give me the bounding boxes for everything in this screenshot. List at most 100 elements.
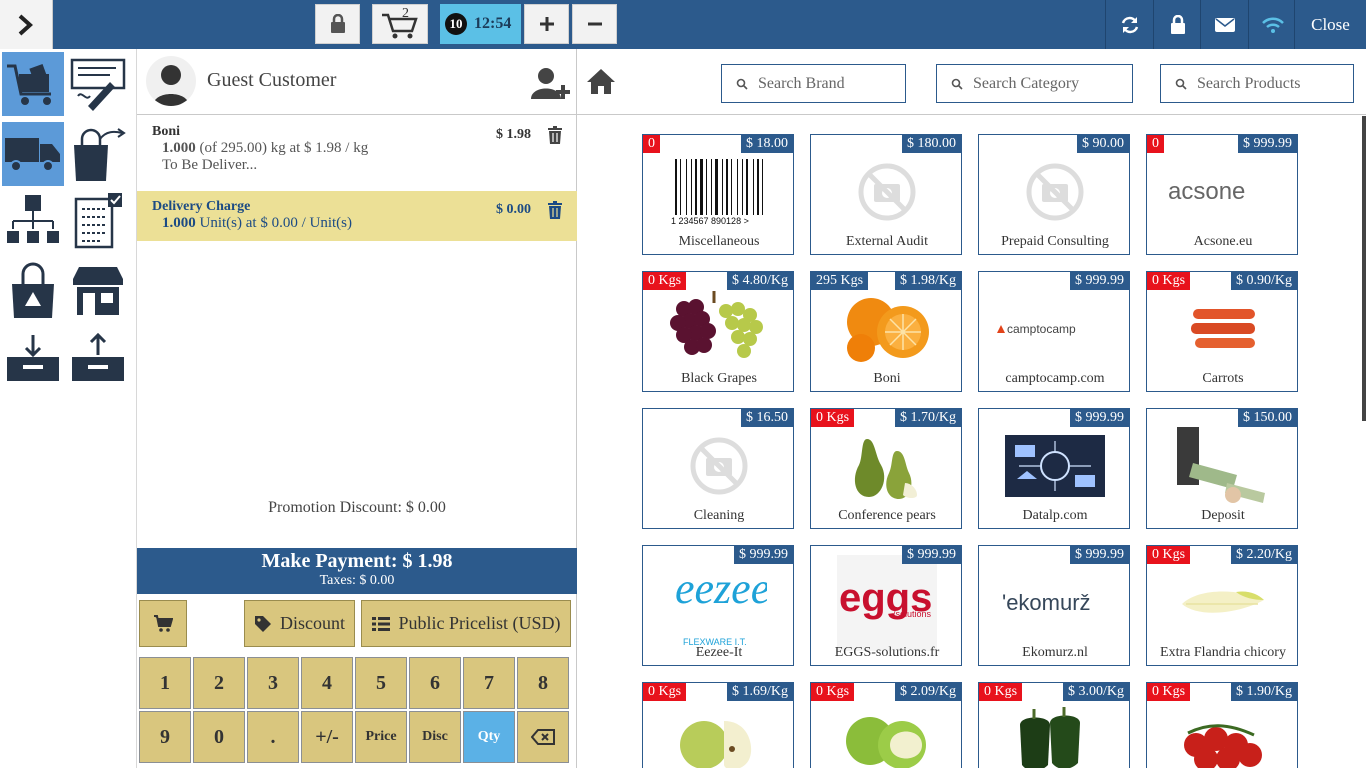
orderline[interactable]: Delivery Charge $ 0.00 1.000 Unit(s) at …: [137, 191, 577, 241]
stock-badge: 0 Kgs: [1147, 272, 1191, 290]
numpad-key-4[interactable]: 4: [301, 657, 353, 709]
shopping-bag-icon: [12, 262, 54, 318]
product-card[interactable]: 0 Kgs $ 1.70/Kg Conference pears: [810, 408, 962, 529]
toggle-sidebar-button[interactable]: [0, 0, 53, 49]
orderline-delete-button[interactable]: [547, 126, 563, 149]
product-name: Deposit: [1201, 508, 1245, 523]
numpad-key-7[interactable]: 7: [463, 657, 515, 709]
sidebar-cash-out-button[interactable]: [67, 326, 129, 390]
product-name: Miscellaneous: [678, 234, 760, 249]
sidebar-delivery-button[interactable]: [2, 122, 64, 186]
close-button[interactable]: Close: [1294, 0, 1366, 49]
orderline[interactable]: Boni $ 1.98 1.000 (of 295.00) kg at $ 1.…: [137, 116, 577, 191]
tomatoes-icon: [1147, 697, 1297, 768]
orderline-delete-button[interactable]: [547, 201, 563, 224]
cart-orders-button[interactable]: 2: [372, 4, 428, 44]
product-card[interactable]: acsone 0 $ 999.99 Acsone.eu: [1146, 134, 1298, 255]
product-card[interactable]: 0 Kgs $ 2.20/Kg Extra Flandria chicory: [1146, 545, 1298, 666]
product-card[interactable]: 295 Kgs $ 1.98/Kg Boni: [810, 271, 962, 392]
sidebar-hierarchy-button[interactable]: [2, 189, 64, 253]
user-icon: [153, 65, 189, 106]
product-card[interactable]: 1 234567 890128 > 0 $ 18.00 Miscellaneous: [642, 134, 794, 255]
stock-badge: 0: [1147, 135, 1164, 153]
connection-status[interactable]: [1248, 0, 1296, 49]
sidebar-gift-button[interactable]: [2, 52, 64, 116]
product-card[interactable]: 0 Kgs $ 3.00/Kg: [978, 682, 1130, 768]
pricelist-label: Public Pricelist (USD): [398, 613, 561, 633]
oranges-icon: [811, 286, 961, 372]
product-card[interactable]: 'ekomurž $ 999.99 Ekomurz.nl: [978, 545, 1130, 666]
price-tag: $ 999.99: [1238, 135, 1297, 153]
product-card[interactable]: 0 Kgs $ 2.09/Kg: [810, 682, 962, 768]
chicory-icon: [1147, 560, 1297, 646]
product-card[interactable]: $ 999.99 Datalp.com: [978, 408, 1130, 529]
order-number-badge: 10: [445, 13, 467, 35]
sidebar-checklist-button[interactable]: [67, 189, 129, 253]
product-card[interactable]: $ 90.00 Prepaid Consulting: [978, 134, 1130, 255]
product-card[interactable]: 0 Kgs $ 1.69/Kg: [642, 682, 794, 768]
delete-order-button[interactable]: [572, 4, 617, 44]
no-image-icon: [811, 149, 961, 235]
price-tag: $ 2.20/Kg: [1231, 546, 1297, 564]
product-grid-scrollbar[interactable]: [1362, 116, 1366, 421]
eezee-logo-text: eezee: [675, 564, 767, 613]
messages-button[interactable]: [1200, 0, 1248, 49]
tag-icon: [255, 615, 271, 632]
customer-name[interactable]: Guest Customer: [207, 69, 336, 92]
numpad-key-9[interactable]: 9: [139, 711, 191, 763]
sidebar-shopping-bag-button[interactable]: [2, 259, 64, 323]
numpad-mode-price[interactable]: Price: [355, 711, 407, 763]
product-card[interactable]: $ 16.50 Cleaning: [642, 408, 794, 529]
avatar[interactable]: [146, 56, 196, 106]
product-card[interactable]: 0 Kgs $ 1.90/Kg: [1146, 682, 1298, 768]
numpad-key-0[interactable]: 0: [193, 711, 245, 763]
add-customer-button[interactable]: [531, 67, 571, 104]
product-card[interactable]: eezee FLEXWARE I.T. $ 999.99 Eezee-It: [642, 545, 794, 666]
product-card[interactable]: camptocamp $ 999.99 camptocamp.com: [978, 271, 1130, 392]
search-products-input[interactable]: Search Products: [1160, 64, 1354, 103]
numpad-key-dot[interactable]: .: [247, 711, 299, 763]
sidebar-cash-in-button[interactable]: [2, 326, 64, 390]
numpad-key-6[interactable]: 6: [409, 657, 461, 709]
product-card[interactable]: eggs/solutions $ 999.99 EGGS-solutions.fr: [810, 545, 962, 666]
pricelist-button[interactable]: Public Pricelist (USD): [361, 600, 571, 647]
numpad-key-3[interactable]: 3: [247, 657, 299, 709]
sync-button[interactable]: [1105, 0, 1153, 49]
lock-screen-button[interactable]: [1153, 0, 1201, 49]
store-icon: [73, 267, 123, 315]
numpad: 1 2 3 4 5 6 7 8 9 0 . +/- Price Disc Qty: [139, 657, 571, 765]
numpad-key-2[interactable]: 2: [193, 657, 245, 709]
make-payment-button[interactable]: Make Payment: $ 1.98 Taxes: $ 0.00: [137, 548, 577, 594]
order-clock-tab[interactable]: 10 12:54: [440, 4, 521, 44]
product-card[interactable]: 0 Kgs $ 4.80/Kg Black Grapes: [642, 271, 794, 392]
numpad-mode-discount[interactable]: Disc: [409, 711, 461, 763]
product-card[interactable]: $ 150.00 Deposit: [1146, 408, 1298, 529]
new-order-button[interactable]: [524, 4, 569, 44]
product-card[interactable]: $ 180.00 External Audit: [810, 134, 962, 255]
search-category-input[interactable]: Search Category: [936, 64, 1133, 103]
home-category-button[interactable]: [586, 67, 616, 100]
price-tag: $ 180.00: [902, 135, 961, 153]
list-icon: [371, 616, 390, 631]
numpad-key-1[interactable]: 1: [139, 657, 191, 709]
acsone-logo-text: acsone: [1168, 178, 1245, 205]
numpad-key-5[interactable]: 5: [355, 657, 407, 709]
search-brand-input[interactable]: Search Brand: [721, 64, 906, 103]
cart-options-button[interactable]: [139, 600, 187, 647]
discount-label: Discount: [280, 613, 345, 633]
lock-icon: [1170, 14, 1185, 34]
numpad-mode-quantity[interactable]: Qty: [463, 711, 515, 763]
numpad-key-8[interactable]: 8: [517, 657, 569, 709]
sidebar-bag-return-button[interactable]: [67, 122, 129, 186]
product-card[interactable]: 0 Kgs $ 0.90/Kg Carrots: [1146, 271, 1298, 392]
numpad-key-sign[interactable]: +/-: [301, 711, 353, 763]
sidebar-sign-button[interactable]: [67, 52, 129, 116]
price-tag: $ 3.00/Kg: [1063, 683, 1129, 701]
stock-badge: 0 Kgs: [979, 683, 1023, 701]
sidebar-store-button[interactable]: [67, 259, 129, 323]
numpad-backspace[interactable]: [517, 711, 569, 763]
lock-order-button[interactable]: [315, 4, 360, 44]
green-peppers-icon: [979, 697, 1129, 768]
eggs-logo-subtext: /solutions: [893, 609, 932, 619]
discount-button[interactable]: Discount: [244, 600, 355, 647]
